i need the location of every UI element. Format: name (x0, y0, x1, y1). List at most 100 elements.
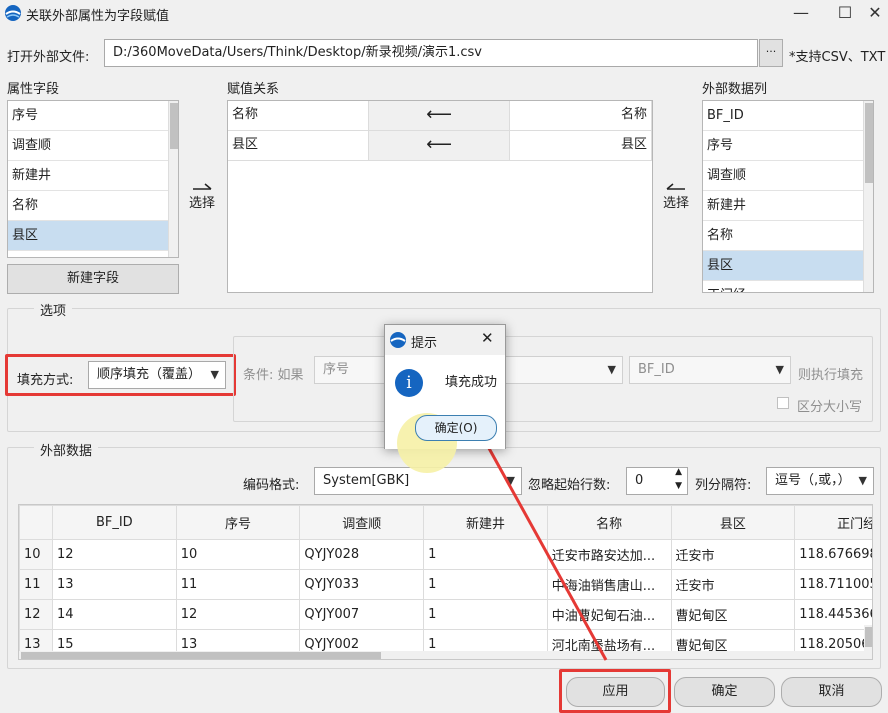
arrow-right-icon (193, 183, 212, 190)
dialog-close-button[interactable]: ✕ (481, 329, 494, 347)
row-number: 10 (19, 539, 53, 570)
attribute-field-item[interactable]: 序号 (8, 101, 168, 131)
chevron-down-icon: ▼ (607, 363, 616, 376)
condition-field-select[interactable]: 序号 (314, 356, 386, 384)
grid-column-header[interactable]: 序号 (175, 505, 301, 540)
select-right-button[interactable]: 选择 (660, 182, 692, 212)
mapping-row[interactable]: 县区 ⟵ 县区 (228, 131, 652, 161)
grid-vertical-scrollbar[interactable] (864, 625, 872, 651)
skip-rows-spinner[interactable]: 0 ▲ ▼ (626, 467, 688, 495)
dialog-title: 提示 (411, 336, 438, 351)
table-row[interactable]: 12 14 12 QYJY007 1 中油曹妃甸石油... 曹妃甸区 118.445366 (19, 599, 872, 630)
info-icon: i (395, 369, 423, 397)
grid-column-header[interactable]: 县区 (670, 505, 796, 540)
encoding-value: System[GBK] (323, 473, 410, 488)
grid-column-header[interactable]: BF_ID (51, 505, 177, 540)
table-cell: 10 (175, 539, 301, 570)
select-left-label: 选择 (188, 196, 215, 211)
mapping-table[interactable]: 名称 ⟵ 名称 县区 ⟵ 县区 (227, 100, 653, 293)
grid-horizontal-scrollbar[interactable] (19, 651, 872, 659)
external-column-item[interactable]: BF_ID (703, 101, 863, 131)
external-column-item[interactable]: 新建井 (703, 191, 863, 221)
table-cell: 12 (51, 539, 177, 570)
chevron-down-icon: ▼ (775, 363, 784, 376)
arrow-left-icon: ⟵ (369, 101, 510, 130)
minimize-button[interactable]: — (788, 2, 814, 24)
cancel-button[interactable]: 取消 (781, 677, 882, 707)
table-cell: 11 (175, 569, 301, 600)
dialog-ok-button[interactable]: 确定(O) (415, 415, 497, 441)
chevron-down-icon: ▼ (858, 474, 867, 487)
apply-button[interactable]: 应用 (566, 677, 665, 707)
table-cell: QYJY028 (299, 539, 425, 570)
mapping-cell-left: 名称 (228, 101, 369, 130)
separator-label: 列分隔符: (695, 478, 752, 493)
skip-rows-value: 0 (635, 473, 644, 488)
grid-column-header[interactable]: 调查顺 (299, 505, 425, 540)
row-number: 11 (19, 569, 53, 600)
separator-select[interactable]: 逗号（,或，） ▼ (766, 467, 874, 495)
case-sensitive-label: 区分大小写 (797, 400, 863, 415)
case-sensitive-checkbox[interactable] (777, 397, 789, 409)
table-row[interactable]: 11 13 11 QYJY033 1 中海油销售唐山... 迁安市 118.711005 (19, 569, 872, 600)
table-cell: QYJY007 (299, 599, 425, 630)
fill-mode-select[interactable]: 顺序填充（覆盖） ▼ (88, 361, 226, 389)
external-data-group-title: 外部数据 (34, 440, 99, 459)
open-file-label: 打开外部文件: (7, 50, 90, 65)
attribute-field-item[interactable]: 名称 (8, 191, 168, 221)
attribute-fields-header: 属性字段 (7, 82, 60, 97)
external-columns-list[interactable]: BF_ID序号调查顺新建井名称县区正门经 (702, 100, 874, 293)
table-cell: 12 (175, 599, 301, 630)
arrow-left-icon: ⟵ (369, 131, 510, 160)
separator-value: 逗号（,或，） (775, 473, 851, 488)
app-logo-icon (390, 332, 406, 348)
mapping-cell-left: 县区 (228, 131, 369, 160)
new-field-button[interactable]: 新建字段 (7, 264, 179, 294)
condition-operator-select[interactable]: ▼ (498, 356, 623, 384)
select-left-button[interactable]: 选择 (186, 182, 218, 212)
condition-field-value: 序号 (323, 362, 350, 377)
chevron-down-icon: ▼ (210, 368, 219, 381)
external-list-scrollbar[interactable] (863, 101, 873, 292)
options-group-title: 选项 (34, 300, 73, 319)
attribute-field-item[interactable]: 县区 (8, 221, 168, 251)
mapping-cell-right: 名称 (510, 101, 652, 130)
external-data-grid[interactable]: BF_ID 序号 调查顺 新建井 名称 县区 正门经 10 12 10 QYJY028 1 迁安市路安… (18, 504, 873, 660)
table-cell: 14 (51, 599, 177, 630)
window-title: 关联外部属性为字段赋值 (26, 9, 170, 24)
external-column-item[interactable]: 正门经 (703, 281, 863, 292)
external-column-item[interactable]: 调查顺 (703, 161, 863, 191)
dialog-message: 填充成功 (445, 375, 498, 390)
ok-button[interactable]: 确定 (674, 677, 775, 707)
external-column-item[interactable]: 名称 (703, 221, 863, 251)
condition-ext-value: BF_ID (638, 362, 675, 377)
table-cell: 13 (51, 569, 177, 600)
maximize-button[interactable]: ☐ (832, 2, 858, 24)
browse-button[interactable]: ··· (759, 39, 783, 67)
app-logo-icon (5, 5, 21, 21)
table-row[interactable]: 10 12 10 QYJY028 1 迁安市路安达加... 迁安市 118.676698 (19, 539, 872, 570)
select-right-label: 选择 (662, 196, 689, 211)
close-button[interactable]: ✕ (862, 2, 888, 24)
table-cell: 曹妃甸区 (670, 599, 796, 630)
message-dialog: 提示 ✕ i 填充成功 确定(O) (384, 324, 506, 473)
attribute-fields-list[interactable]: 序号 调查顺 新建井 名称 县区 (7, 100, 179, 258)
spinner-arrows-icon[interactable]: ▲ ▼ (675, 465, 682, 493)
table-cell: 118.445366 (794, 599, 872, 630)
condition-ext-select[interactable]: BF_ID ▼ (629, 356, 791, 384)
grid-column-header[interactable]: 正门经 (794, 505, 872, 540)
file-path-input[interactable]: D:/360MoveData/Users/Think/Desktop/新录视频/… (104, 39, 758, 67)
dialog-body: i 填充成功 确定(O) (385, 355, 505, 473)
external-column-item[interactable]: 县区 (703, 251, 863, 281)
mapping-cell-right: 县区 (510, 131, 652, 160)
attribute-field-item[interactable]: 调查顺 (8, 131, 168, 161)
attribute-field-item[interactable]: 新建井 (8, 161, 168, 191)
fill-mode-value: 顺序填充（覆盖） (97, 367, 202, 382)
annotation-arrow-icon (470, 422, 608, 661)
table-cell: 118.676698 (794, 539, 872, 570)
mapping-row[interactable]: 名称 ⟵ 名称 (228, 101, 652, 131)
table-cell: 118.711005 (794, 569, 872, 600)
fill-mode-label: 填充方式: (17, 373, 74, 388)
external-column-item[interactable]: 序号 (703, 131, 863, 161)
attribute-list-scrollbar[interactable] (168, 101, 178, 257)
